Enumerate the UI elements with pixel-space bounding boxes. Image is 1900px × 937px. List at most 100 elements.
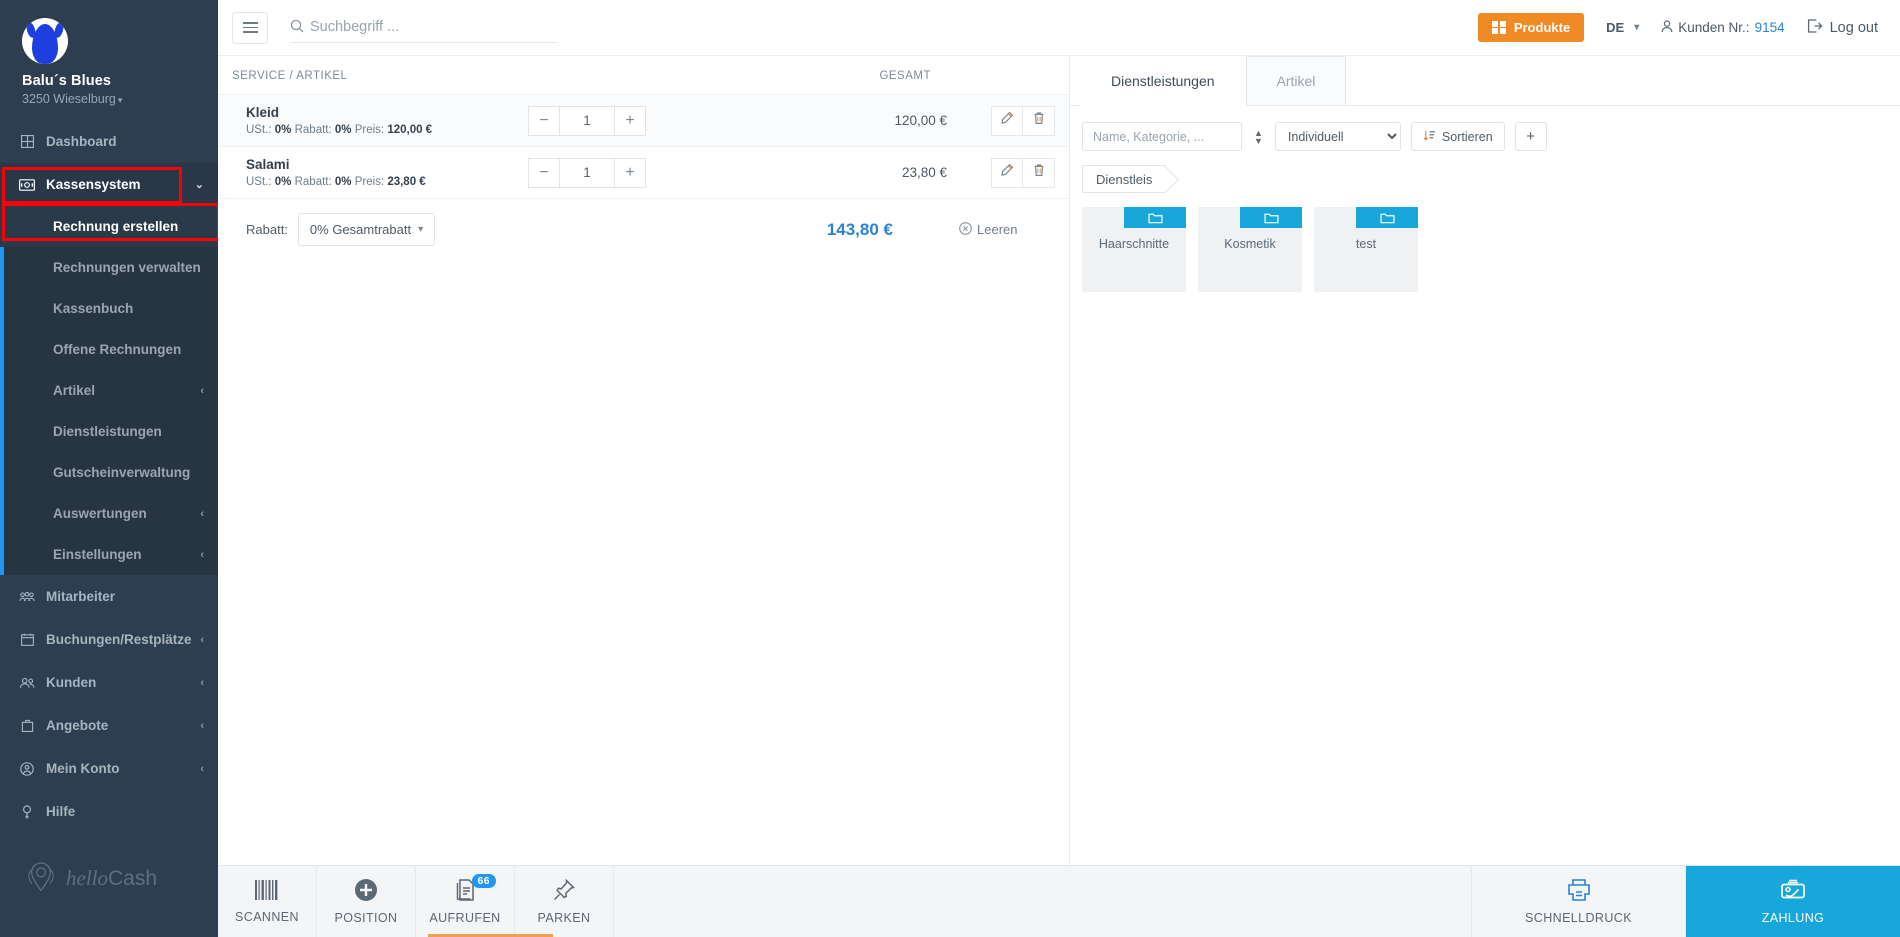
quantity-increment-button[interactable]: +: [614, 105, 646, 136]
sidebar-item-buchungen-restplaetze[interactable]: Buchungen/Restplätze ‹: [0, 618, 218, 661]
avatar: [22, 18, 68, 64]
sidebar-subitem-auswertungen[interactable]: Auswertungen ‹: [0, 493, 218, 534]
logout-button[interactable]: Log out: [1807, 18, 1878, 37]
sidebar-subitem-rechnungen-verwalten[interactable]: Rechnungen verwalten: [0, 247, 218, 288]
catalog-filter-select[interactable]: Individuell: [1274, 122, 1401, 151]
delete-button[interactable]: [1023, 105, 1055, 136]
pencil-icon: [1000, 163, 1014, 182]
column-header-gesamt: GESAMT: [879, 70, 931, 82]
logout-icon: [1807, 18, 1823, 37]
sidebar-subitem-label: Offene Rechnungen: [53, 342, 182, 357]
sort-button[interactable]: Sortieren: [1410, 122, 1505, 151]
category-tile-haarschnitte[interactable]: Haarschnitte: [1082, 207, 1186, 292]
sidebar-subitem-gutscheinverwaltung[interactable]: Gutscheinverwaltung: [0, 452, 218, 493]
cart-panel: SERVICE / ARTIKEL GESAMT Kleid USt.: 0% …: [218, 56, 1070, 865]
chevron-down-icon: ⌄: [194, 179, 204, 191]
customer-number[interactable]: Kunden Nr.: 9154: [1661, 19, 1785, 36]
quantity-value[interactable]: 1: [560, 157, 614, 188]
aufrufen-button[interactable]: 66 AUFRUFEN: [416, 866, 515, 937]
table-row[interactable]: Kleid USt.: 0% Rabatt: 0% Preis: 120,00 …: [218, 94, 1069, 146]
chevron-right-icon: ‹: [200, 762, 204, 775]
sidebar-subitem-kassenbuch[interactable]: Kassenbuch: [0, 288, 218, 329]
discount-select[interactable]: 0% Gesamtrabatt ▾: [297, 213, 436, 246]
topbar: Produkte DE ▾ Kunden Nr.: 9154: [218, 0, 1900, 56]
catalog-search-input[interactable]: [1082, 122, 1242, 151]
hamburger-icon[interactable]: [232, 11, 268, 44]
plus-icon: +: [1526, 128, 1536, 145]
sidebar-subitem-artikel[interactable]: Artikel ‹: [0, 370, 218, 411]
catalog-toolbar: ▲▼ Individuell Sortieren +: [1070, 106, 1900, 151]
position-label: POSITION: [334, 911, 398, 925]
sidebar-subitem-dienstleistungen[interactable]: Dienstleistungen: [0, 411, 218, 452]
scannen-label: SCANNEN: [235, 910, 299, 924]
scannen-button[interactable]: SCANNEN: [218, 866, 317, 937]
add-button[interactable]: +: [1514, 122, 1547, 151]
cart-header-row: SERVICE / ARTIKEL GESAMT: [218, 56, 1069, 94]
quantity-value[interactable]: 1: [560, 105, 614, 136]
parken-button[interactable]: PARKEN: [515, 866, 614, 937]
customer-label: Kunden Nr.:: [1678, 20, 1750, 35]
category-tile-kosmetik[interactable]: Kosmetik: [1198, 207, 1302, 292]
breadcrumb[interactable]: Dienstleis: [1082, 165, 1167, 193]
sidebar-item-label: Kunden: [46, 675, 97, 690]
quantity-stepper[interactable]: − 1 +: [528, 157, 646, 188]
sort-label: Sortieren: [1441, 129, 1493, 144]
quantity-stepper[interactable]: − 1 +: [528, 105, 646, 136]
payment-hand-icon: [1779, 878, 1807, 905]
sidebar-item-label: Angebote: [46, 718, 109, 733]
sidebar-submenu-kassensystem: Rechnung erstellen Rechnungen verwalten …: [0, 206, 218, 575]
cart-item-meta: USt.: 0% Rabatt: 0% Preis: 120,00 €: [246, 124, 433, 136]
clear-cart-button[interactable]: Leeren: [959, 221, 1055, 238]
trash-icon: [1032, 163, 1046, 182]
edit-button[interactable]: [991, 157, 1023, 188]
workarea: SERVICE / ARTIKEL GESAMT Kleid USt.: 0% …: [218, 56, 1900, 865]
edit-button[interactable]: [991, 105, 1023, 136]
delete-button[interactable]: [1023, 157, 1055, 188]
sidebar-item-mein-konto[interactable]: Mein Konto ‹: [0, 747, 218, 790]
sidebar-item-kunden[interactable]: Kunden ‹: [0, 661, 218, 704]
cart-item-actions: [991, 157, 1055, 188]
sidebar-nav: Dashboard Kassensystem ⌄: [0, 120, 218, 206]
sidebar-item-kassensystem[interactable]: Kassensystem ⌄: [0, 163, 218, 206]
clear-cart-label: Leeren: [977, 222, 1018, 237]
clear-circle-icon: [959, 221, 972, 238]
cart-item-meta: USt.: 0% Rabatt: 0% Preis: 23,80 €: [246, 176, 426, 188]
sidebar-brand[interactable]: Balu´s Blues 3250 Wieselburg ▾: [0, 0, 218, 120]
schnelldruck-button[interactable]: SCHNELLDRUCK: [1472, 866, 1686, 937]
sidebar-subitem-label: Rechnung erstellen: [53, 219, 179, 234]
customers-icon: [17, 677, 37, 689]
quantity-decrement-button[interactable]: −: [528, 157, 560, 188]
position-button[interactable]: POSITION: [317, 866, 416, 937]
plus-circle-icon: [354, 878, 378, 905]
quantity-decrement-button[interactable]: −: [528, 105, 560, 136]
sidebar-item-mitarbeiter[interactable]: Mitarbeiter: [0, 575, 218, 618]
tab-artikel[interactable]: Artikel: [1245, 56, 1347, 106]
search-field-wrapper[interactable]: [290, 13, 558, 43]
tab-dienstleistungen[interactable]: Dienstleistungen: [1080, 56, 1246, 106]
sidebar-item-angebote[interactable]: Angebote ‹: [0, 704, 218, 747]
zahlung-button[interactable]: ZAHLUNG: [1686, 866, 1900, 937]
language-selector[interactable]: DE ▾: [1606, 20, 1639, 35]
sidebar-item-hilfe[interactable]: Hilfe: [0, 790, 218, 833]
sidebar-subitem-label: Rechnungen verwalten: [53, 260, 201, 275]
table-row[interactable]: Salami USt.: 0% Rabatt: 0% Preis: 23,80 …: [218, 146, 1069, 198]
sidebar-subitem-einstellungen[interactable]: Einstellungen ‹: [0, 534, 218, 575]
sort-direction-toggle-icon[interactable]: ▲ ▼: [1252, 128, 1265, 145]
chevron-right-icon: ‹: [200, 384, 204, 397]
produkte-button[interactable]: Produkte: [1478, 13, 1585, 42]
catalog-panel: Dienstleistungen Artikel ▲▼ Individuell: [1070, 56, 1900, 865]
brand-location[interactable]: 3250 Wieselburg ▾: [22, 92, 218, 106]
sidebar-subitem-offene-rechnungen[interactable]: Offene Rechnungen: [0, 329, 218, 370]
sidebar-subitem-rechnung-erstellen[interactable]: Rechnung erstellen: [0, 206, 218, 247]
category-tile-test[interactable]: test: [1314, 207, 1418, 292]
catalog-tabs: Dienstleistungen Artikel: [1070, 56, 1900, 106]
sidebar-item-dashboard[interactable]: Dashboard: [0, 120, 218, 163]
brand-name: Balu´s Blues: [22, 73, 112, 89]
chevron-down-icon: ▾: [1634, 22, 1640, 33]
search-input[interactable]: [310, 19, 558, 35]
sidebar-item-label: Buchungen/Restplätze: [46, 632, 192, 647]
quantity-increment-button[interactable]: +: [614, 157, 646, 188]
brand-location-text: 3250 Wieselburg: [22, 92, 116, 106]
chevron-down-icon: ▾: [418, 224, 424, 235]
category-tiles: Haarschnitte Kosmetik test: [1070, 193, 1900, 292]
